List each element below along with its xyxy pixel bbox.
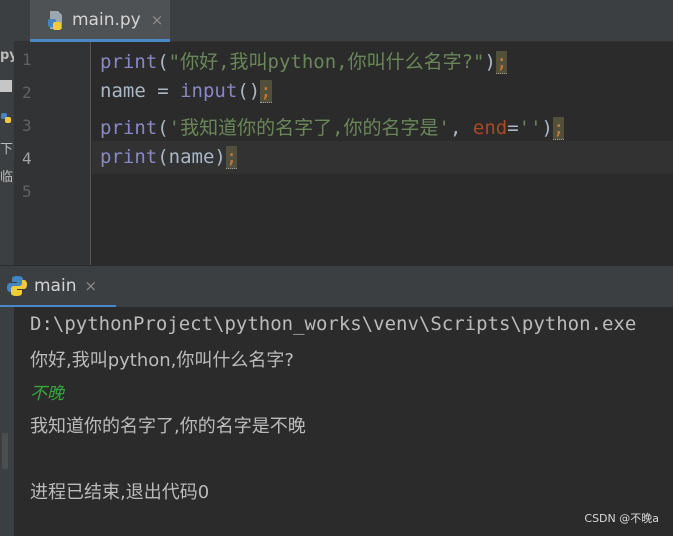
semicolon-warning: ; bbox=[553, 117, 565, 140]
scrollbar-thumb[interactable] bbox=[2, 433, 8, 469]
project-panel-fragment: 下载 bbox=[0, 142, 14, 157]
watermark: CSDN @不晚a bbox=[584, 512, 659, 525]
semicolon-warning: ; bbox=[225, 146, 238, 169]
python-icon bbox=[1, 113, 11, 123]
run-tab-label: main bbox=[34, 275, 77, 296]
line-number: 3 bbox=[22, 116, 32, 135]
semicolon-warning: ; bbox=[495, 51, 508, 74]
line-number: 1 bbox=[22, 50, 32, 69]
project-panel-fragment: 临时 bbox=[0, 170, 14, 185]
line-number-gutter: 1 2 3 4 5 bbox=[14, 42, 91, 265]
code-editor[interactable]: print("你好,我叫python,你叫什么名字?"); name = inp… bbox=[92, 42, 673, 265]
close-icon[interactable]: × bbox=[84, 277, 97, 295]
line-number: 2 bbox=[22, 83, 32, 102]
python-file-icon bbox=[48, 10, 62, 30]
python-icon bbox=[7, 275, 27, 296]
close-icon[interactable]: × bbox=[151, 11, 164, 29]
project-panel-edge: py 下载 临时 bbox=[0, 0, 14, 265]
code-line-3[interactable]: print('我知道你的名字了,你的名字是', end=''); bbox=[100, 113, 565, 140]
console-line-interpreter: D:\pythonProject\python_works\venv\Scrip… bbox=[30, 313, 637, 335]
project-panel-fragment: py bbox=[0, 48, 14, 63]
line-number: 5 bbox=[22, 182, 32, 201]
line-number: 4 bbox=[22, 149, 32, 168]
folder-icon bbox=[0, 80, 12, 92]
tab-label: main.py bbox=[72, 9, 141, 30]
run-tool-window-header: main × bbox=[0, 265, 673, 308]
console-line-user-input: 不晚 bbox=[30, 384, 64, 404]
console-line-exit: 进程已结束,退出代码0 bbox=[30, 482, 210, 503]
console-line-output: 我知道你的名字了,你的名字是不晚 bbox=[30, 416, 306, 437]
run-console[interactable]: D:\pythonProject\python_works\venv\Scrip… bbox=[14, 307, 673, 536]
tab-main-py[interactable]: main.py × bbox=[30, 0, 170, 42]
code-line-4[interactable]: print(name); bbox=[100, 146, 238, 169]
code-line-2[interactable]: name = input(); bbox=[100, 80, 272, 103]
semicolon-warning: ; bbox=[260, 80, 272, 103]
run-toolbar bbox=[0, 307, 14, 536]
tab-run-main[interactable]: main × bbox=[0, 266, 116, 308]
editor-tab-bar: main.py × bbox=[14, 0, 673, 42]
console-line-output: 你好,我叫python,你叫什么名字? bbox=[30, 350, 294, 371]
code-line-1[interactable]: print("你好,我叫python,你叫什么名字?"); bbox=[100, 47, 508, 74]
